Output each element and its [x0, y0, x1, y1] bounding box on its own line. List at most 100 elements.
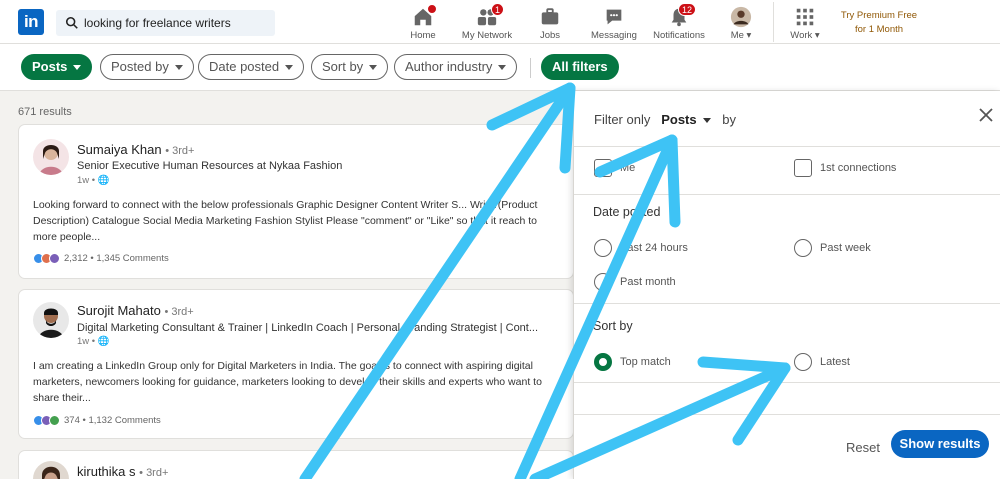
author-headline: Senior Executive Human Resources at Nyka… — [77, 160, 343, 172]
panel-divider — [574, 382, 1000, 383]
filter-divider — [530, 58, 531, 78]
nav-messaging[interactable]: Messaging — [579, 4, 649, 42]
search-input[interactable]: looking for freelance writers — [84, 16, 231, 30]
reactions-count: 374 • 1,132 Comments — [64, 415, 161, 426]
posted-by-label: Posted by — [111, 59, 169, 74]
top-match-radio[interactable] — [594, 353, 612, 371]
nav-jobs-label: Jobs — [539, 30, 561, 41]
author-industry-label: Author industry — [405, 59, 493, 74]
post-text[interactable]: Looking forward to connect with the belo… — [33, 197, 553, 245]
all-filters-panel: Filter only Posts by Me 1st connections … — [573, 91, 1000, 479]
filter-bar: Posts Posted by Date posted Sort by Auth… — [0, 44, 1000, 91]
profile-avatar-icon — [730, 6, 752, 28]
celebrate-reaction-icon — [49, 415, 60, 426]
content-type-select[interactable]: Posts — [661, 112, 696, 127]
nav-notifications-label: Notifications — [653, 30, 705, 41]
date-posted-label: Date posted — [209, 59, 280, 74]
chat-icon — [606, 9, 622, 25]
latest-radio[interactable] — [794, 353, 812, 371]
posts-filter-button[interactable]: Posts — [21, 54, 93, 80]
grid-icon — [796, 8, 814, 26]
me-checkbox[interactable] — [594, 159, 612, 177]
post-card: Sumaiya Khan • 3rd+ Senior Executive Hum… — [18, 124, 574, 279]
avatar[interactable] — [33, 139, 69, 175]
panel-title: Filter only Posts by — [594, 112, 736, 127]
past-24-hours-option[interactable]: Past 24 hours — [594, 239, 688, 257]
post-card: Surojit Mahato • 3rd+ Digital Marketing … — [18, 289, 574, 439]
close-icon[interactable] — [978, 107, 994, 123]
person-photo-icon — [38, 308, 64, 338]
past-month-option[interactable]: Past month — [594, 273, 676, 291]
nav-notifications[interactable]: 12 Notifications — [644, 3, 714, 42]
nav-me[interactable]: Me ▾ — [706, 4, 776, 42]
all-filters-button[interactable]: All filters — [541, 54, 619, 80]
nav-jobs[interactable]: Jobs — [515, 4, 585, 42]
posted-by-1st-option[interactable]: 1st connections — [794, 159, 896, 177]
nav-work[interactable]: Work ▾ — [770, 4, 840, 42]
author-headline: Digital Marketing Consultant & Trainer |… — [77, 322, 539, 334]
linkedin-logo[interactable]: in — [18, 9, 44, 35]
author-name[interactable]: kiruthika s • 3rd+ — [77, 464, 168, 479]
panel-divider — [574, 146, 1000, 147]
posted-by-me-option[interactable]: Me — [594, 159, 635, 177]
premium-line1: Try Premium Free — [840, 10, 918, 21]
post-time-text: 1w • — [77, 175, 96, 186]
filter-only-label: Filter only — [594, 112, 651, 127]
top-match-label: Top match — [620, 356, 671, 368]
top-match-option[interactable]: Top match — [594, 353, 671, 371]
author-name[interactable]: Surojit Mahato • 3rd+ — [77, 303, 194, 318]
premium-line2: for 1 Month — [854, 24, 904, 35]
chevron-down-icon — [285, 65, 294, 71]
nav-home-label: Home — [410, 30, 436, 41]
chevron-down-icon — [369, 65, 378, 71]
past-week-radio[interactable] — [794, 239, 812, 257]
briefcase-icon — [541, 8, 559, 25]
connection-degree: • 3rd+ — [164, 306, 194, 318]
home-notification-dot — [427, 4, 437, 14]
author-name[interactable]: Sumaiya Khan • 3rd+ — [77, 142, 194, 157]
date-posted-filter-button[interactable]: Date posted — [198, 54, 305, 80]
by-label: by — [722, 112, 736, 127]
nav-home[interactable]: Home — [388, 4, 458, 42]
nav-messaging-label: Messaging — [591, 30, 637, 41]
past-month-radio[interactable] — [594, 273, 612, 291]
search-box[interactable]: looking for freelance writers — [56, 10, 275, 36]
premium-link[interactable]: Try Premium Free for 1 Month — [836, 9, 922, 37]
post-card: kiruthika s • 3rd+ — [18, 450, 574, 479]
post-reactions[interactable]: 2,312 • 1,345 Comments — [33, 253, 169, 264]
reset-button[interactable]: Reset — [846, 440, 880, 455]
reactions-count: 2,312 • 1,345 Comments — [64, 253, 169, 264]
posts-filter-label: Posts — [32, 59, 68, 74]
past-24-hours-label: Past 24 hours — [620, 242, 688, 254]
past-24-hours-radio[interactable] — [594, 239, 612, 257]
1st-connections-checkbox[interactable] — [794, 159, 812, 177]
avatar[interactable] — [33, 461, 69, 479]
panel-footer: Reset Show results — [574, 414, 1000, 479]
chevron-down-icon — [174, 65, 183, 71]
post-text[interactable]: I am creating a LinkedIn Group only for … — [33, 358, 553, 406]
search-icon — [65, 16, 78, 29]
nav-my-network[interactable]: 1 My Network — [452, 3, 522, 42]
past-week-option[interactable]: Past week — [794, 239, 871, 257]
notifications-badge: 12 — [677, 3, 696, 16]
nav-my-network-label: My Network — [461, 30, 513, 41]
post-time: 1w • 🌐 — [77, 336, 110, 347]
posted-by-filter-button[interactable]: Posted by — [100, 54, 194, 80]
top-nav: in looking for freelance writers Home 1 … — [0, 0, 1000, 44]
globe-icon: 🌐 — [97, 175, 110, 186]
post-reactions[interactable]: 374 • 1,132 Comments — [33, 415, 161, 426]
1st-connections-label: 1st connections — [820, 162, 897, 174]
latest-option[interactable]: Latest — [794, 353, 850, 371]
author-name-text: Surojit Mahato — [77, 303, 161, 318]
post-time-text: 1w • — [77, 336, 96, 347]
chevron-down-icon — [702, 118, 711, 124]
results-count: 671 results — [18, 106, 72, 118]
author-industry-filter-button[interactable]: Author industry — [394, 54, 518, 80]
past-week-label: Past week — [820, 242, 871, 254]
sort-by-filter-button[interactable]: Sort by — [311, 54, 389, 80]
show-results-button[interactable]: Show results — [891, 430, 989, 458]
sort-by-label: Sort by — [322, 59, 364, 74]
author-name-text: Sumaiya Khan — [77, 142, 162, 157]
chevron-down-icon — [498, 65, 507, 71]
avatar[interactable] — [33, 302, 69, 338]
